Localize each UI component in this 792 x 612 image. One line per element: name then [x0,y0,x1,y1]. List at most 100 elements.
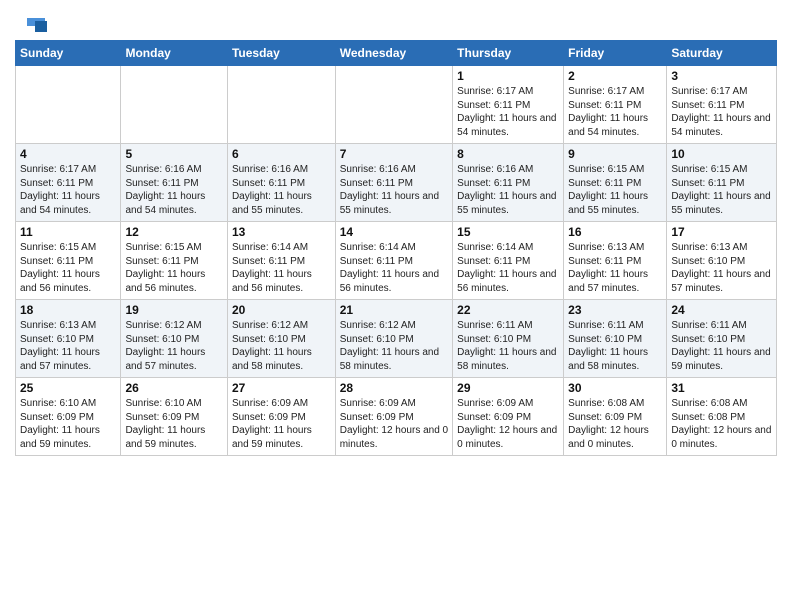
column-header-friday: Friday [564,41,667,66]
day-info: Sunrise: 6:12 AM Sunset: 6:10 PM Dayligh… [340,319,448,373]
day-info: Sunrise: 6:14 AM Sunset: 6:11 PM Dayligh… [340,241,448,295]
day-number: 30 [568,381,662,395]
day-info: Sunrise: 6:13 AM Sunset: 6:10 PM Dayligh… [20,319,116,373]
day-number: 31 [671,381,772,395]
day-info: Sunrise: 6:12 AM Sunset: 6:10 PM Dayligh… [125,319,223,373]
day-cell: 12 Sunrise: 6:15 AM Sunset: 6:11 PM Dayli… [121,222,228,300]
day-number: 21 [340,303,448,317]
day-cell: 27 Sunrise: 6:09 AM Sunset: 6:09 PM Dayli… [227,378,335,456]
day-info: Sunrise: 6:17 AM Sunset: 6:11 PM Dayligh… [457,85,559,139]
day-cell [121,66,228,144]
day-cell: 7Sunrise: 6:16 AM Sunset: 6:11 PM Daylig… [335,144,452,222]
week-row-4: 18 Sunrise: 6:13 AM Sunset: 6:10 PM Dayli… [16,300,777,378]
day-number: 19 [125,303,223,317]
day-number: 10 [671,147,772,161]
day-number: 22 [457,303,559,317]
day-number: 11 [20,225,116,239]
day-info: Sunrise: 6:16 AM Sunset: 6:11 PM Dayligh… [457,163,559,217]
day-cell [227,66,335,144]
day-info: Sunrise: 6:10 AM Sunset: 6:09 PM Dayligh… [20,397,116,451]
day-cell [335,66,452,144]
day-info: Sunrise: 6:11 AM Sunset: 6:10 PM Dayligh… [671,319,772,373]
calendar-table: SundayMondayTuesdayWednesdayThursdayFrid… [15,40,777,456]
day-info: Sunrise: 6:10 AM Sunset: 6:09 PM Dayligh… [125,397,223,451]
column-header-saturday: Saturday [667,41,777,66]
day-cell: 28 Sunrise: 6:09 AM Sunset: 6:09 PM Dayli… [335,378,452,456]
day-cell: 23 Sunrise: 6:11 AM Sunset: 6:10 PM Dayli… [564,300,667,378]
day-number: 7 [340,147,448,161]
day-cell: 17Sunrise: 6:13 AM Sunset: 6:10 PM Dayli… [667,222,777,300]
day-info: Sunrise: 6:09 AM Sunset: 6:09 PM Dayligh… [340,397,448,451]
day-cell: 1 Sunrise: 6:17 AM Sunset: 6:11 PM Daylig… [453,66,564,144]
day-cell: 4Sunrise: 6:17 AM Sunset: 6:11 PM Daylig… [16,144,121,222]
day-info: Sunrise: 6:13 AM Sunset: 6:10 PM Dayligh… [671,241,772,295]
header [15,10,777,34]
day-info: Sunrise: 6:15 AM Sunset: 6:11 PM Dayligh… [20,241,116,295]
day-cell: 11 Sunrise: 6:15 AM Sunset: 6:11 PM Dayli… [16,222,121,300]
day-info: Sunrise: 6:09 AM Sunset: 6:09 PM Dayligh… [457,397,559,451]
day-cell: 16Sunrise: 6:13 AM Sunset: 6:11 PM Dayli… [564,222,667,300]
day-number: 18 [20,303,116,317]
day-number: 4 [20,147,116,161]
logo [15,16,47,34]
day-cell: 29 Sunrise: 6:09 AM Sunset: 6:09 PM Dayli… [453,378,564,456]
week-row-2: 4Sunrise: 6:17 AM Sunset: 6:11 PM Daylig… [16,144,777,222]
day-info: Sunrise: 6:14 AM Sunset: 6:11 PM Dayligh… [232,241,331,295]
day-cell: 18 Sunrise: 6:13 AM Sunset: 6:10 PM Dayli… [16,300,121,378]
day-number: 27 [232,381,331,395]
day-number: 13 [232,225,331,239]
day-number: 20 [232,303,331,317]
day-cell [16,66,121,144]
day-cell: 14 Sunrise: 6:14 AM Sunset: 6:11 PM Dayli… [335,222,452,300]
day-info: Sunrise: 6:17 AM Sunset: 6:11 PM Dayligh… [671,85,772,139]
day-cell: 25 Sunrise: 6:10 AM Sunset: 6:09 PM Dayli… [16,378,121,456]
day-info: Sunrise: 6:13 AM Sunset: 6:11 PM Dayligh… [568,241,662,295]
day-cell: 8 Sunrise: 6:16 AM Sunset: 6:11 PM Daylig… [453,144,564,222]
day-cell: 21 Sunrise: 6:12 AM Sunset: 6:10 PM Dayli… [335,300,452,378]
day-number: 25 [20,381,116,395]
week-row-5: 25 Sunrise: 6:10 AM Sunset: 6:09 PM Dayli… [16,378,777,456]
day-info: Sunrise: 6:17 AM Sunset: 6:11 PM Dayligh… [568,85,662,139]
day-info: Sunrise: 6:08 AM Sunset: 6:09 PM Dayligh… [568,397,662,451]
day-info: Sunrise: 6:09 AM Sunset: 6:09 PM Dayligh… [232,397,331,451]
day-info: Sunrise: 6:12 AM Sunset: 6:10 PM Dayligh… [232,319,331,373]
column-header-sunday: Sunday [16,41,121,66]
day-cell: 3 Sunrise: 6:17 AM Sunset: 6:11 PM Daylig… [667,66,777,144]
day-cell: 20 Sunrise: 6:12 AM Sunset: 6:10 PM Dayli… [227,300,335,378]
day-cell: 22Sunrise: 6:11 AM Sunset: 6:10 PM Dayli… [453,300,564,378]
day-cell: 2Sunrise: 6:17 AM Sunset: 6:11 PM Daylig… [564,66,667,144]
column-header-wednesday: Wednesday [335,41,452,66]
day-cell: 19 Sunrise: 6:12 AM Sunset: 6:10 PM Dayli… [121,300,228,378]
day-number: 24 [671,303,772,317]
day-cell: 24 Sunrise: 6:11 AM Sunset: 6:10 PM Dayli… [667,300,777,378]
day-cell: 10 Sunrise: 6:15 AM Sunset: 6:11 PM Dayli… [667,144,777,222]
day-number: 3 [671,69,772,83]
day-number: 12 [125,225,223,239]
day-info: Sunrise: 6:11 AM Sunset: 6:10 PM Dayligh… [568,319,662,373]
day-number: 29 [457,381,559,395]
day-number: 14 [340,225,448,239]
day-cell: 9Sunrise: 6:15 AM Sunset: 6:11 PM Daylig… [564,144,667,222]
day-number: 6 [232,147,331,161]
column-header-monday: Monday [121,41,228,66]
day-number: 1 [457,69,559,83]
column-header-tuesday: Tuesday [227,41,335,66]
day-info: Sunrise: 6:14 AM Sunset: 6:11 PM Dayligh… [457,241,559,295]
day-info: Sunrise: 6:08 AM Sunset: 6:08 PM Dayligh… [671,397,772,451]
week-row-1: 1 Sunrise: 6:17 AM Sunset: 6:11 PM Daylig… [16,66,777,144]
day-info: Sunrise: 6:16 AM Sunset: 6:11 PM Dayligh… [125,163,223,217]
day-number: 9 [568,147,662,161]
logo-icon [17,16,47,34]
day-number: 28 [340,381,448,395]
day-cell: 6 Sunrise: 6:16 AM Sunset: 6:11 PM Daylig… [227,144,335,222]
day-cell: 26Sunrise: 6:10 AM Sunset: 6:09 PM Dayli… [121,378,228,456]
day-cell: 30 Sunrise: 6:08 AM Sunset: 6:09 PM Dayli… [564,378,667,456]
calendar-header-row: SundayMondayTuesdayWednesdayThursdayFrid… [16,41,777,66]
day-number: 8 [457,147,559,161]
day-cell: 13 Sunrise: 6:14 AM Sunset: 6:11 PM Dayli… [227,222,335,300]
day-info: Sunrise: 6:15 AM Sunset: 6:11 PM Dayligh… [671,163,772,217]
day-cell: 5Sunrise: 6:16 AM Sunset: 6:11 PM Daylig… [121,144,228,222]
day-info: Sunrise: 6:15 AM Sunset: 6:11 PM Dayligh… [125,241,223,295]
day-number: 23 [568,303,662,317]
day-info: Sunrise: 6:16 AM Sunset: 6:11 PM Dayligh… [232,163,331,217]
